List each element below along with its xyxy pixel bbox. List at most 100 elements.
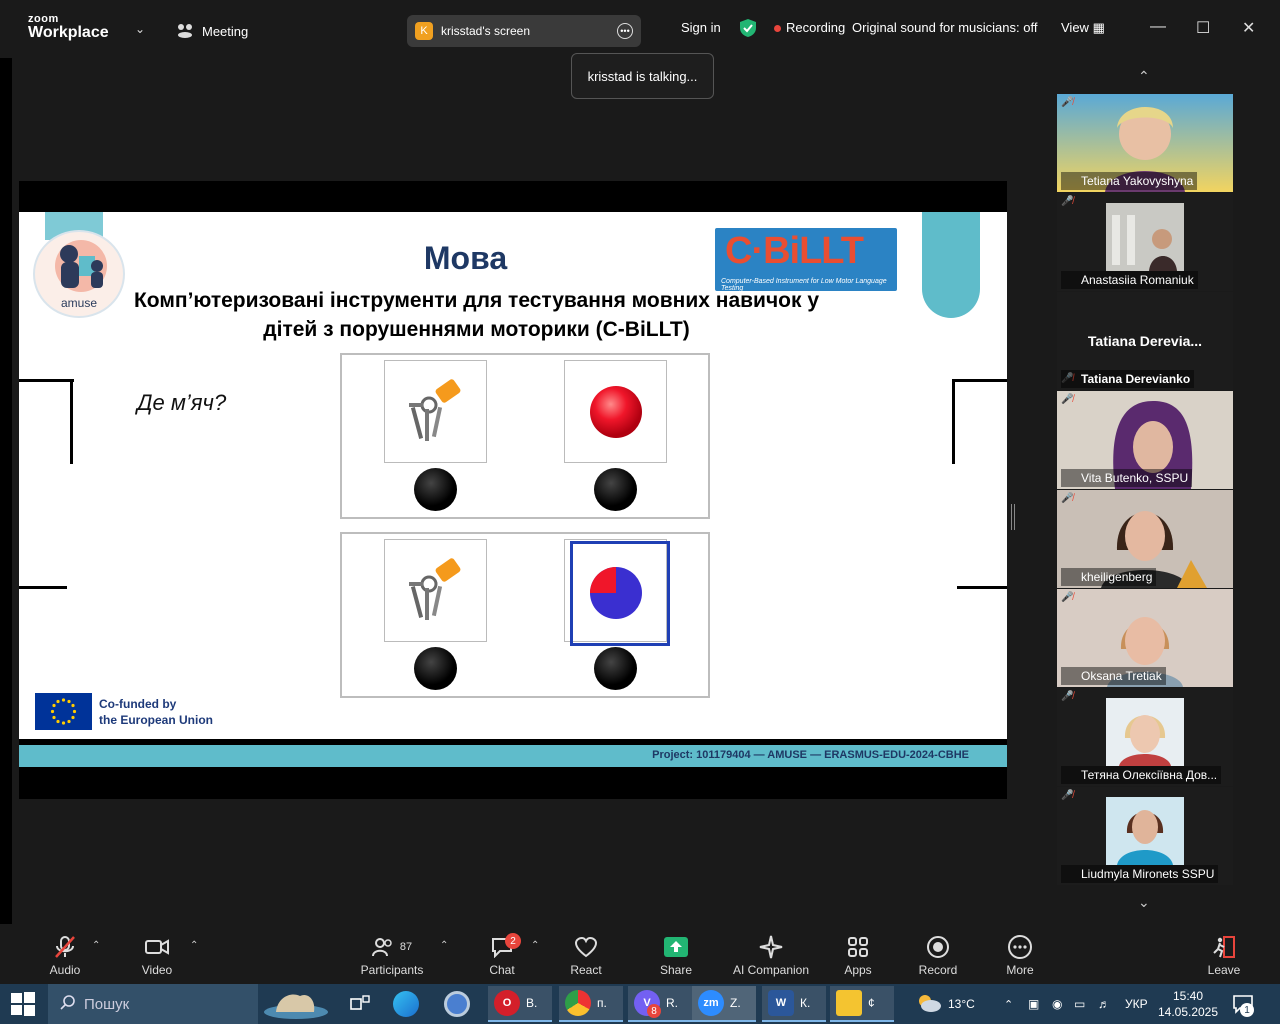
record-icon bbox=[898, 934, 978, 960]
grid-view-icon: ▦ bbox=[1092, 20, 1105, 35]
participant-name: Tatiana Derevianko bbox=[1061, 370, 1195, 388]
slide-subtitle: Комп’ютеризовані інструменти для тестува… bbox=[133, 289, 819, 341]
participants-count: 87 bbox=[399, 941, 413, 953]
record-button[interactable]: Record bbox=[898, 934, 978, 977]
minimize-button[interactable]: — bbox=[1150, 18, 1166, 36]
video-camera-icon bbox=[117, 934, 197, 960]
side-bracket bbox=[19, 586, 67, 589]
participants-button[interactable]: 87 Participants bbox=[352, 934, 432, 977]
eu-cofunded-text: Co-funded by the European Union bbox=[99, 696, 213, 728]
chrome-browser-icon[interactable] bbox=[444, 988, 470, 1020]
taskbar-app-zoom[interactable]: zm Z. bbox=[692, 986, 756, 1022]
eu-flag-icon bbox=[35, 693, 92, 730]
taskbar-app-label: ¢ bbox=[868, 996, 875, 1010]
shared-screen-pill[interactable]: K krisstad's screen ••• bbox=[407, 15, 641, 47]
more-label: More bbox=[1006, 963, 1034, 977]
slide-question: Де м’яч? bbox=[137, 390, 227, 415]
muted-mic-icon: 🎤̸ bbox=[1061, 493, 1074, 504]
meeting-icon bbox=[176, 22, 194, 41]
edge-browser-icon[interactable] bbox=[393, 988, 419, 1020]
chevron-down-icon[interactable]: ⌄ bbox=[135, 22, 145, 36]
mic-tray-icon[interactable]: ◉ bbox=[1052, 984, 1062, 1024]
task-view-icon[interactable] bbox=[350, 988, 370, 1020]
volume-icon[interactable]: ♬ bbox=[1098, 984, 1110, 1024]
participant-tile[interactable]: 🎤̸ Liudmyla Mironets SSPU bbox=[1057, 787, 1233, 885]
windows-start-button[interactable] bbox=[10, 988, 36, 1020]
notification-count: 1 bbox=[1240, 1003, 1254, 1017]
participant-tile[interactable]: 🎤̸ kheiligenberg bbox=[1057, 490, 1233, 588]
participant-name: Tetiana Yakovyshyna bbox=[1061, 172, 1198, 190]
word-icon: W bbox=[768, 990, 794, 1016]
participant-tile[interactable]: Tatiana Derevia... 🎤̸ Tatiana Derevianko bbox=[1057, 292, 1233, 390]
apps-button[interactable]: Apps bbox=[818, 934, 898, 977]
clock-time: 15:40 bbox=[1172, 989, 1204, 1003]
video-button[interactable]: Video bbox=[117, 934, 197, 977]
taskbar-app-word[interactable]: W К. bbox=[762, 986, 826, 1022]
chat-button[interactable]: Chat bbox=[462, 934, 542, 977]
participants-options-caret-icon[interactable]: ⌃ bbox=[440, 940, 448, 951]
share-button[interactable]: Share bbox=[636, 934, 716, 977]
camera-tray-icon[interactable]: ▣ bbox=[1028, 984, 1039, 1024]
participant-tile[interactable]: 🎤̸ Anastasiia Romaniuk bbox=[1057, 193, 1233, 291]
more-button[interactable]: More bbox=[980, 934, 1060, 977]
search-icon bbox=[60, 994, 76, 1014]
cbillt-tagline: Computer-Based Instrument for Low Motor … bbox=[721, 278, 887, 292]
taskbar-search[interactable]: Пошук bbox=[48, 984, 258, 1024]
apps-label: Apps bbox=[844, 963, 872, 977]
meeting-menu[interactable]: Meeting bbox=[176, 22, 248, 41]
side-bracket bbox=[19, 379, 74, 382]
more-dots-icon bbox=[980, 934, 1060, 960]
close-button[interactable]: ✕ bbox=[1242, 18, 1255, 38]
language-indicator[interactable]: УКР bbox=[1125, 984, 1148, 1024]
react-button[interactable]: React bbox=[546, 934, 626, 977]
splitter-handle[interactable] bbox=[1011, 504, 1015, 530]
gallery-scroll-up-icon[interactable]: ⌃ bbox=[1138, 68, 1150, 85]
chat-options-caret-icon[interactable]: ⌃ bbox=[531, 940, 539, 951]
select-dot[interactable] bbox=[414, 468, 457, 511]
search-highlight-image[interactable] bbox=[262, 988, 330, 1020]
select-dot[interactable] bbox=[594, 468, 637, 511]
shared-screen-view: amuse Мова Комп’ютеризовані інструменти … bbox=[19, 181, 1007, 799]
shield-check-icon[interactable] bbox=[739, 18, 757, 38]
participant-tile[interactable]: 🎤̸ Тетяна Олексіївна Дов... bbox=[1057, 688, 1233, 786]
more-options-icon[interactable]: ••• bbox=[617, 23, 633, 39]
folder-icon bbox=[836, 990, 862, 1016]
audio-options-caret-icon[interactable]: ⌃ bbox=[92, 940, 100, 951]
participant-tile[interactable]: 🎤̸ Vita Butenko, SSPU bbox=[1057, 391, 1233, 489]
participant-tile[interactable]: 🎤̸ Oksana Tretiak bbox=[1057, 589, 1233, 687]
maximize-button[interactable]: ☐ bbox=[1196, 18, 1210, 38]
muted-mic-icon: 🎤̸ bbox=[1061, 97, 1074, 108]
taskbar-app-chrome[interactable]: п. bbox=[559, 986, 623, 1022]
video-options-caret-icon[interactable]: ⌃ bbox=[190, 940, 198, 951]
sign-in-link[interactable]: Sign in bbox=[681, 20, 721, 35]
participant-name: Liudmyla Mironets SSPU bbox=[1061, 865, 1219, 883]
sparkle-icon bbox=[731, 934, 811, 960]
slide-footer-bar: Project: 101179404 — AMUSE — ERASMUS-EDU… bbox=[19, 745, 1007, 767]
tray-overflow-icon[interactable]: ⌃ bbox=[1004, 984, 1013, 1024]
taskbar-app-explorer[interactable]: ¢ bbox=[830, 986, 894, 1022]
leave-button[interactable]: Leave bbox=[1184, 934, 1264, 977]
select-dot[interactable] bbox=[414, 647, 457, 690]
weather-widget[interactable]: 13°C bbox=[916, 984, 975, 1024]
select-dot[interactable] bbox=[594, 647, 637, 690]
taskbar-app-opera[interactable]: O В. bbox=[488, 986, 552, 1022]
view-menu[interactable]: View ▦ bbox=[1061, 20, 1105, 36]
ai-companion-button[interactable]: AI Companion bbox=[731, 934, 811, 977]
muted-mic-icon: 🎤̸ bbox=[1061, 592, 1074, 603]
recording-indicator[interactable]: Recording bbox=[774, 20, 845, 35]
participant-name: Anastasiia Romaniuk bbox=[1061, 271, 1198, 289]
participant-tile[interactable]: 🎤̸ Tetiana Yakovyshyna bbox=[1057, 94, 1233, 192]
taskbar-app-viber[interactable]: V R. bbox=[628, 986, 692, 1022]
chat-label: Chat bbox=[489, 963, 515, 977]
opera-icon: O bbox=[494, 990, 520, 1016]
zoom-icon: zm bbox=[698, 990, 724, 1016]
talking-tooltip: krisstad is talking... bbox=[571, 53, 714, 99]
apps-grid-icon bbox=[818, 934, 898, 960]
gallery-scroll-down-icon[interactable]: ⌄ bbox=[1138, 894, 1150, 911]
chrome-icon bbox=[565, 990, 591, 1016]
clock[interactable]: 15:40 14.05.2025 bbox=[1158, 984, 1218, 1024]
network-icon[interactable]: ▭ bbox=[1074, 984, 1085, 1024]
original-sound-toggle[interactable]: Original sound for musicians: off bbox=[852, 20, 1037, 35]
selection-highlight bbox=[570, 541, 670, 646]
recording-label: Recording bbox=[786, 20, 846, 35]
